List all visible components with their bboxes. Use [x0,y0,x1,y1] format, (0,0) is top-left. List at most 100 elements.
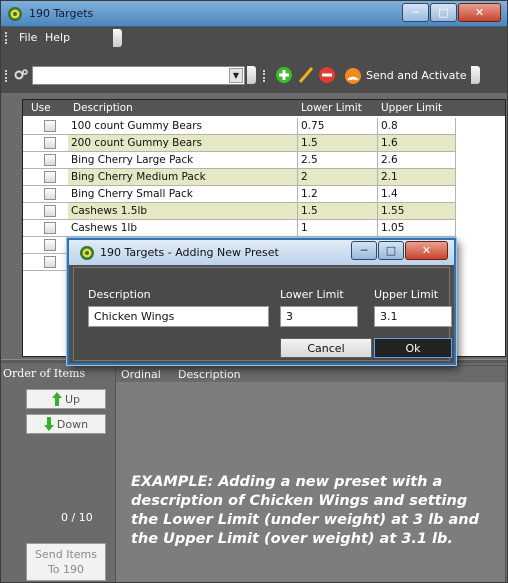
table-row[interactable]: Bing Cherry Small Pack 1.2 1.4 [23,186,505,203]
col-ordinal[interactable]: Ordinal [121,368,161,381]
lower-limit-cell[interactable]: 0.75 [298,118,378,135]
preset-combo[interactable]: ▼ [32,66,245,85]
table-row[interactable]: Bing Cherry Medium Pack 2 2.1 [23,169,505,186]
add-preset-dialog: 190 Targets - Adding New Preset ─ □ ✕ De… [67,238,456,365]
remove-icon[interactable] [318,66,336,84]
col-order-description[interactable]: Description [178,368,241,381]
minimize-icon: ─ [360,244,368,257]
menu-file[interactable]: File [19,31,37,44]
chevron-down-icon[interactable]: ▼ [229,68,243,83]
toolbar-grip[interactable] [5,70,8,82]
use-checkbox[interactable] [44,137,56,149]
close-button[interactable]: ✕ [458,3,501,22]
window-title: 190 Targets [29,7,94,20]
upper-limit-cell[interactable]: 1.05 [378,220,456,237]
up-label: Up [64,392,81,406]
lower-limit-cell[interactable]: 1.2 [298,186,378,203]
menu-help[interactable]: Help [45,31,70,44]
use-checkbox[interactable] [44,154,56,166]
table-row[interactable]: 100 count Gummy Bears 0.75 0.8 [23,118,505,135]
description-input[interactable]: Chicken Wings [88,306,269,327]
dialog-maximize-button[interactable]: □ [378,241,404,260]
send-items-button[interactable]: Send Items To 190 [26,543,106,581]
upper-limit-cell[interactable]: 1.4 [378,186,456,203]
upper-limit-cell[interactable]: 1.55 [378,203,456,220]
maximize-icon: □ [438,6,449,19]
lower-limit-cell[interactable]: 1.5 [298,135,378,152]
use-cell [23,169,68,186]
dialog-window-controls: ─ □ ✕ [350,241,448,260]
dialog-title-bar[interactable]: 190 Targets - Adding New Preset ─ □ ✕ [69,240,454,265]
col-use[interactable]: Use [31,102,51,114]
dialog-app-icon [80,246,94,260]
description-cell[interactable]: 200 count Gummy Bears [68,135,298,152]
dialog-title: 190 Targets - Adding New Preset [100,246,279,259]
order-of-items-label: Order of Items [3,367,86,380]
cancel-button[interactable]: Cancel [280,338,372,358]
use-checkbox[interactable] [44,239,56,251]
up-button[interactable]: Up [26,389,106,409]
close-icon: ✕ [421,244,432,257]
use-cell [23,254,68,271]
table-row[interactable]: Cashews 1lb 1 1.05 [23,220,505,237]
lower-limit-cell[interactable]: 2.5 [298,152,378,169]
description-cell[interactable]: Cashews 1.5lb [68,203,298,220]
order-pane: Order of Items Up Down 0 / 10 Send Items… [1,363,507,582]
use-cell [23,152,68,169]
send-and-activate-button[interactable]: Send and Activate [344,66,466,85]
col-description[interactable]: Description [73,102,133,114]
use-checkbox[interactable] [44,188,56,200]
add-icon[interactable] [275,66,293,84]
use-cell [23,220,68,237]
use-checkbox[interactable] [44,205,56,217]
lower-limit-cell[interactable]: 1 [298,220,378,237]
col-lower-limit[interactable]: Lower Limit [301,102,362,114]
example-caption: EXAMPLE: Adding a new preset with a desc… [131,473,491,549]
title-bar[interactable]: 190 Targets ─ □ ✕ [1,1,507,27]
menu-bar-end [113,29,122,47]
upper-limit-cell[interactable]: 0.8 [378,118,456,135]
table-row[interactable]: Cashews 1.5lb 1.5 1.55 [23,203,505,220]
use-checkbox[interactable] [44,222,56,234]
minimize-button[interactable]: ─ [402,3,429,22]
use-checkbox[interactable] [44,256,56,268]
dialog-close-button[interactable]: ✕ [405,241,448,260]
table-row[interactable]: Bing Cherry Large Pack 2.5 2.6 [23,152,505,169]
table-row[interactable]: 200 count Gummy Bears 1.5 1.6 [23,135,505,152]
broadcast-icon [345,67,361,84]
toolbar-end [471,66,480,84]
settings-icon[interactable] [13,67,29,83]
toolbar-section-end [247,66,256,84]
description-cell[interactable]: Bing Cherry Large Pack [68,152,298,169]
grid-header: Use Description Lower Limit Upper Limit [23,100,505,116]
arrow-up-icon [51,392,62,406]
upper-limit-cell[interactable]: 1.6 [378,135,456,152]
lower-limit-cell[interactable]: 1.5 [298,203,378,220]
use-checkbox[interactable] [44,171,56,183]
description-cell[interactable]: 100 count Gummy Bears [68,118,298,135]
dialog-body: Description Lower Limit Upper Limit Chic… [73,267,452,361]
toolbar: ▼ Send and Activate [1,49,507,93]
upper-limit-cell[interactable]: 2.1 [378,169,456,186]
menu-grip[interactable] [5,32,8,44]
edit-icon[interactable] [297,66,315,84]
description-cell[interactable]: Bing Cherry Small Pack [68,186,298,203]
description-cell[interactable]: Cashews 1lb [68,220,298,237]
maximize-button[interactable]: □ [430,3,457,22]
toolbar-grip-2[interactable] [263,70,266,82]
send-and-activate-label: Send and Activate [366,69,467,82]
close-icon: ✕ [474,6,485,19]
upper-limit-input[interactable]: 3.1 [374,306,452,327]
dialog-minimize-button[interactable]: ─ [351,241,377,260]
lower-limit-input[interactable]: 3 [280,306,358,327]
use-cell [23,186,68,203]
col-upper-limit[interactable]: Upper Limit [381,102,442,114]
down-button[interactable]: Down [26,414,106,434]
lower-limit-cell[interactable]: 2 [298,169,378,186]
upper-limit-label: Upper Limit [374,288,439,301]
maximize-icon: □ [385,244,397,257]
use-checkbox[interactable] [44,120,56,132]
description-cell[interactable]: Bing Cherry Medium Pack [68,169,298,186]
ok-button[interactable]: Ok [374,338,452,358]
upper-limit-cell[interactable]: 2.6 [378,152,456,169]
